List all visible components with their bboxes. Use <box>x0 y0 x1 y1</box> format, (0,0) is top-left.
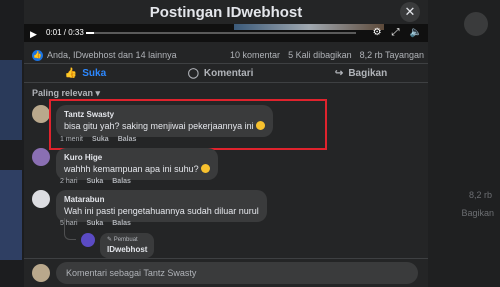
volume-icon[interactable]: 🔈 <box>410 27 422 38</box>
comment-author[interactable]: Matarabun <box>64 194 259 205</box>
comment-like-button[interactable]: Suka <box>87 220 104 227</box>
pencil-icon: ✎ <box>107 237 114 243</box>
comment-button[interactable]: ◯ Komentari <box>188 68 254 79</box>
reply-item: ✎ Pembuat IDwebhost <box>81 233 155 258</box>
reactions-summary[interactable]: Anda, IDwebhost dan 14 lainnya <box>47 50 177 60</box>
play-icon[interactable]: ▶ <box>30 29 37 40</box>
comment-input[interactable]: Komentari sebagai Tantz Swasty <box>56 262 418 284</box>
video-progress-bar[interactable] <box>86 32 356 34</box>
post-stats: 👍 Anda, IDwebhost dan 14 lainnya 10 kome… <box>32 48 424 62</box>
emoji-icon <box>200 164 210 173</box>
close-icon[interactable]: ✕ <box>400 2 420 22</box>
chevron-down-icon: ▾ <box>95 88 101 98</box>
like-reaction-icon: 👍 <box>32 49 43 61</box>
comment-bubble: Matarabun Wah ini pasti pengetahuannya s… <box>56 190 267 222</box>
comment-bubble: Kuro Hige wahhh kemampuan apa ini suhu? <box>56 148 218 180</box>
post-actions: 👍 Suka ◯ Komentari ↪ Bagikan <box>24 63 428 83</box>
background-share: Bagikan <box>461 208 494 218</box>
avatar[interactable] <box>81 233 95 247</box>
comment-author[interactable]: Kuro Hige <box>64 152 210 163</box>
fullscreen-icon[interactable]: ⤢ <box>392 27 400 38</box>
sort-dropdown[interactable]: Paling relevan ▾ <box>32 88 100 99</box>
comment-text: Wah ini pasti pengetahuannya sudah dilua… <box>64 206 259 216</box>
comment-reply-button[interactable]: Balas <box>112 220 131 227</box>
avatar <box>32 264 50 282</box>
reply-author[interactable]: IDwebhost <box>107 244 147 255</box>
share-button[interactable]: ↪ Bagikan <box>335 68 387 79</box>
like-button[interactable]: 👍 Suka <box>65 68 106 79</box>
highlight-box <box>49 99 327 150</box>
share-count[interactable]: 5 Kali dibagikan <box>288 50 352 60</box>
avatar[interactable] <box>32 105 50 123</box>
comment-icon: ◯ <box>187 67 199 79</box>
settings-icon[interactable]: ⚙ <box>373 27 382 38</box>
thread-line <box>64 218 76 240</box>
background-stat: 8,2 rb <box>468 190 492 200</box>
post-modal: Postingan IDwebhost ✕ ▶ 0:01 / 0:33 ⚙ ⤢ … <box>24 0 428 287</box>
comment-reply-button[interactable]: Balas <box>112 178 131 185</box>
background-feed-left <box>0 0 24 287</box>
video-player[interactable]: ▶ 0:01 / 0:33 ⚙ ⤢ 🔈 <box>24 24 428 42</box>
video-time: 0:01 / 0:33 <box>46 28 84 37</box>
background-feed-right: 8,2 rb Bagikan <box>428 0 500 287</box>
share-icon: ↪ <box>334 67 344 79</box>
modal-title: Postingan IDwebhost <box>149 3 303 21</box>
comment-count[interactable]: 10 komentar <box>230 50 280 60</box>
comment-like-button[interactable]: Suka <box>87 178 104 185</box>
comment-item: Kuro Hige wahhh kemampuan apa ini suhu? <box>32 148 218 180</box>
modal-header: Postingan IDwebhost ✕ <box>24 0 428 24</box>
thumbs-up-icon: 👍 <box>64 67 78 79</box>
comment-composer: Komentari sebagai Tantz Swasty <box>24 258 428 287</box>
comment-meta: 2 hari Suka Balas <box>60 178 131 185</box>
avatar[interactable] <box>32 190 50 208</box>
view-count: 8,2 rb Tayangan <box>359 50 424 60</box>
reply-bubble: ✎ Pembuat IDwebhost <box>100 233 155 258</box>
comment-text: wahhh kemampuan apa ini suhu? <box>64 164 199 174</box>
avatar[interactable] <box>32 148 50 166</box>
author-badge: Pembuat <box>113 237 138 243</box>
comment-time[interactable]: 2 hari <box>60 178 78 185</box>
